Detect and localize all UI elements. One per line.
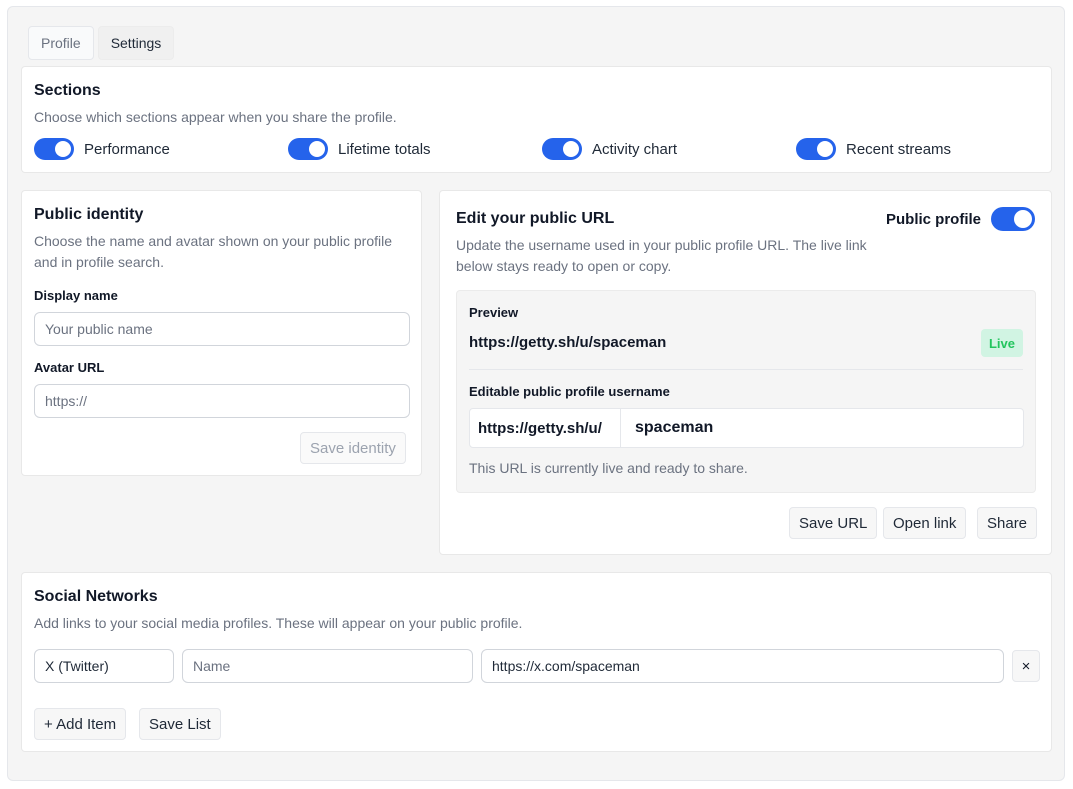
- public-profile-toggle-group: Public profile: [886, 207, 1035, 231]
- save-identity-button[interactable]: Save identity: [300, 432, 406, 464]
- social-title: Social Networks: [34, 588, 158, 605]
- activity-chart-toggle[interactable]: [542, 138, 582, 160]
- url-preview-box: Preview https://getty.sh/u/spaceman Live…: [456, 290, 1036, 493]
- username-label: Editable public profile username: [469, 384, 670, 399]
- public-profile-toggle[interactable]: [991, 207, 1035, 231]
- identity-description: Choose the name and avatar shown on your…: [34, 233, 392, 270]
- sections-card: Sections Choose which sections appear wh…: [21, 66, 1052, 173]
- section-recent-streams: Recent streams: [796, 138, 1050, 160]
- sections-description: Choose which sections appear when you sh…: [34, 109, 397, 125]
- remove-row-button[interactable]: ×: [1012, 650, 1040, 682]
- public-url-card: Edit your public URL Public profile Upda…: [439, 190, 1052, 555]
- close-icon: ×: [1021, 657, 1031, 675]
- live-badge: Live: [980, 329, 1023, 357]
- display-name-input[interactable]: Your public name: [34, 312, 410, 346]
- sections-toggle-row: Performance Lifetime totals Activity cha…: [34, 138, 1050, 160]
- social-row: X (Twitter) Name https://x.com/spaceman …: [34, 649, 1040, 683]
- identity-card: Public identity Choose the name and avat…: [21, 190, 422, 476]
- tab-settings[interactable]: Settings: [97, 26, 175, 60]
- performance-label: Performance: [84, 140, 170, 158]
- username-input-group: https://getty.sh/u/ spaceman: [469, 408, 1024, 448]
- activity-chart-label: Activity chart: [592, 140, 678, 158]
- preview-url: https://getty.sh/u/spaceman: [469, 334, 667, 351]
- preview-label: Preview: [469, 305, 519, 320]
- identity-title: Public identity: [34, 206, 144, 223]
- avatar-url-input[interactable]: https://: [34, 384, 410, 418]
- display-name-label: Display name: [34, 288, 118, 303]
- sections-title: Sections: [34, 82, 101, 99]
- public-url-title: Edit your public URL: [456, 210, 615, 227]
- username-input[interactable]: spaceman: [621, 409, 713, 447]
- save-url-button[interactable]: Save URL: [789, 507, 878, 539]
- share-button[interactable]: Share: [977, 507, 1038, 539]
- lifetime-totals-toggle[interactable]: [288, 138, 328, 160]
- section-performance: Performance: [34, 138, 288, 160]
- save-list-button[interactable]: Save List: [139, 708, 221, 740]
- preview-divider: [469, 369, 1023, 370]
- network-select[interactable]: X (Twitter): [34, 649, 174, 683]
- section-lifetime-totals: Lifetime totals: [288, 138, 542, 160]
- lifetime-totals-label: Lifetime totals: [338, 140, 431, 158]
- url-prefix: https://getty.sh/u/: [470, 409, 621, 447]
- profile-panel: Profile Settings Sections Choose which s…: [7, 6, 1065, 781]
- open-link-button[interactable]: Open link: [883, 507, 967, 539]
- public-profile-label: Public profile: [885, 210, 981, 228]
- social-url-input[interactable]: https://x.com/spaceman: [481, 649, 1004, 683]
- url-status-text: This URL is currently live and ready to …: [469, 460, 748, 476]
- avatar-url-label: Avatar URL: [34, 360, 105, 375]
- recent-streams-toggle[interactable]: [796, 138, 836, 160]
- public-url-description: Update the username used in your public …: [456, 237, 867, 274]
- add-item-button[interactable]: + Add Item: [34, 708, 127, 740]
- social-description: Add links to your social media profiles.…: [34, 615, 523, 631]
- social-name-input[interactable]: Name: [182, 649, 473, 683]
- social-networks-card: Social Networks Add links to your social…: [21, 572, 1052, 752]
- tab-profile[interactable]: Profile: [28, 26, 94, 60]
- recent-streams-label: Recent streams: [846, 140, 952, 158]
- section-activity-chart: Activity chart: [542, 138, 796, 160]
- tab-bar: Profile Settings: [28, 26, 175, 60]
- performance-toggle[interactable]: [34, 138, 74, 160]
